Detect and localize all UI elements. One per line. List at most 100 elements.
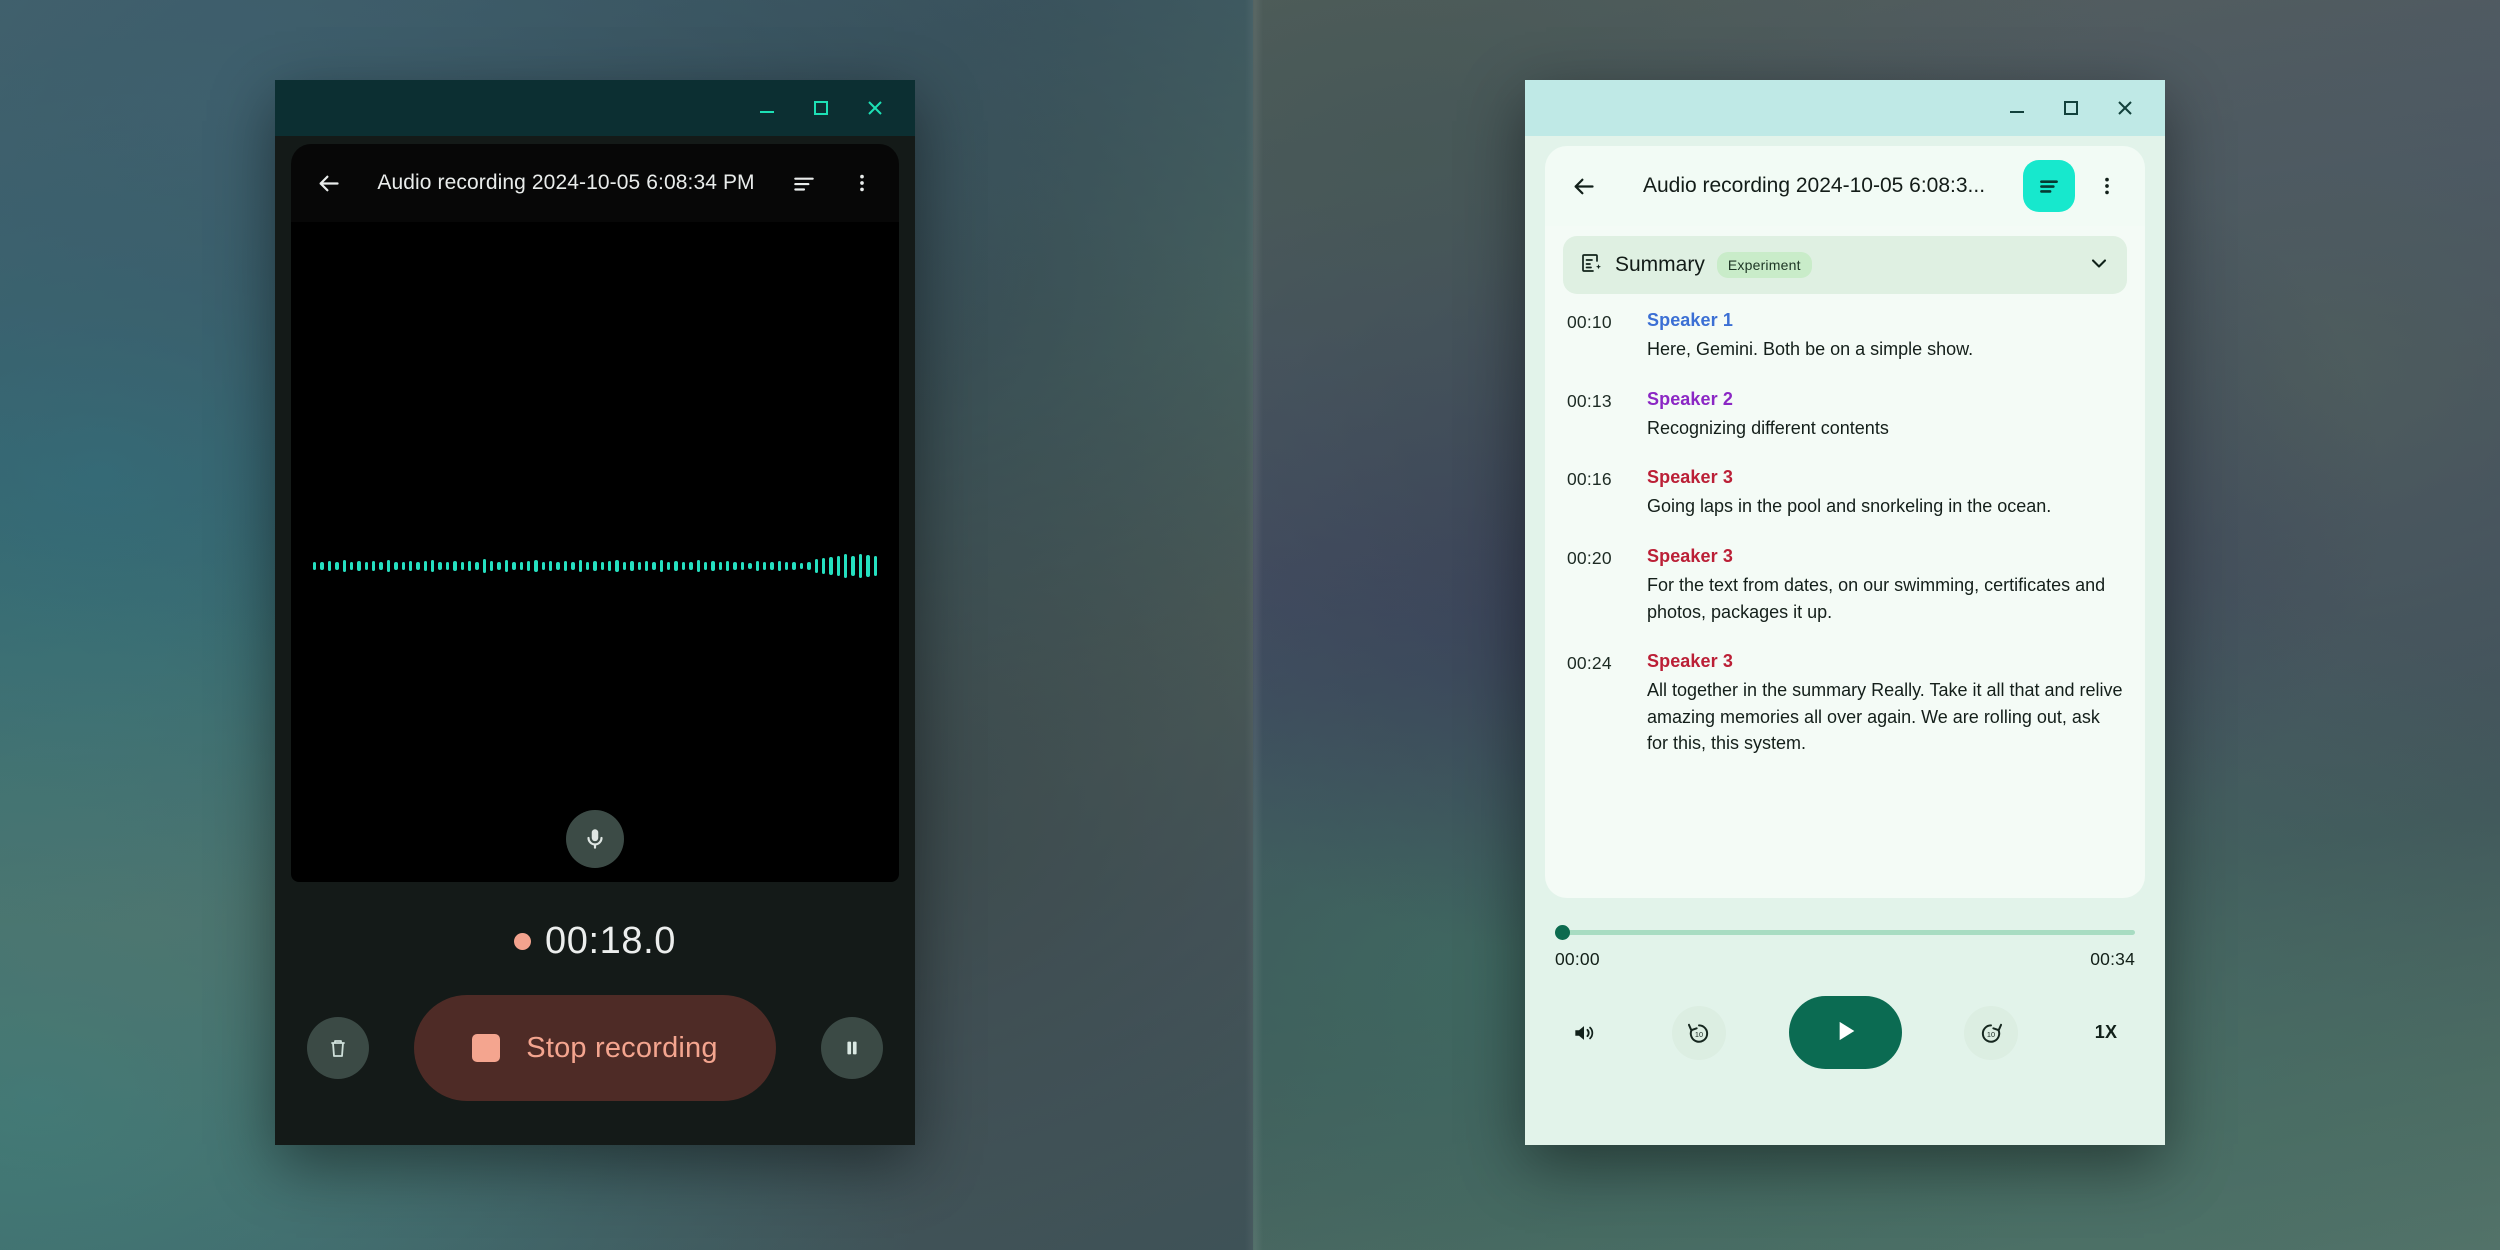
waveform-bar [585,562,590,570]
waveform-bar [844,554,848,578]
waveform-bar [578,560,582,572]
transcript-text: Here, Gemini. Both be on a simple show. [1647,339,1974,359]
transcript-text: All together in the summary Really. Take… [1647,680,2123,754]
transcript-timestamp: 00:20 [1567,547,1612,568]
maximize-icon[interactable] [2049,86,2093,130]
waveform-bar [644,561,649,571]
waveform-bar [829,556,833,576]
microphone-icon[interactable] [566,810,624,868]
waveform-bar [438,561,442,571]
pause-recording-button[interactable] [820,1017,883,1079]
transcript-body: Speaker 3 For the text from dates, on our… [1647,546,2123,625]
waveform-bar [534,560,538,572]
waveform-bar [733,562,737,570]
player-appbar: Audio recording 2024-10-05 6:08:3... [1545,146,2145,226]
waveform-bar [490,560,494,572]
volume-icon[interactable] [1559,1008,1609,1058]
waveform-bar [726,560,730,572]
waveform-bar [866,555,870,577]
seek-slider[interactable] [1555,924,2135,940]
waveform-bar [873,556,877,576]
summary-section-header[interactable]: Summary Experiment [1563,236,2127,294]
current-time: 00:00 [1555,949,1600,969]
waveform-bar [394,561,398,571]
recorder-appbar: Audio recording 2024-10-05 6:08:34 PM [291,144,899,222]
waveform-bar [571,561,575,571]
experiment-badge: Experiment [1716,252,1812,278]
waveform-bar [453,560,457,572]
transcript-speaker: Speaker 3 [1647,467,1733,488]
transcript-body: Speaker 2 Recognizing different contents [1647,389,2123,442]
minimize-icon[interactable] [745,86,789,130]
minimize-icon[interactable] [1995,86,2039,130]
waveform-bar [497,562,501,570]
wallpaper-seam [1245,0,1263,1250]
back-arrow-icon[interactable] [305,160,351,206]
waveform-bar [556,562,560,570]
recorder-window: Audio recording 2024-10-05 6:08:34 PM 00… [275,80,915,1145]
recorder-titlebar[interactable] [275,80,915,136]
transcript-entry[interactable]: 00:16 Speaker 3 Going laps in the pool and… [1567,467,2123,520]
waveform-bar [431,560,435,572]
transcript-timestamp: 00:10 [1567,312,1612,332]
waveform-bar [526,560,531,572]
waveform-bar [401,562,405,570]
waveform-bar [652,562,656,570]
playback-speed-button[interactable]: 1X [2081,1022,2131,1043]
waveform-bar [593,560,597,572]
transcript-toggle-button[interactable] [2023,160,2075,212]
waveform-bar [357,560,361,572]
playback-controls: 00:00 00:34 10 10 1X [1525,898,2165,1069]
waveform-bar [674,560,678,572]
waveform-bar [519,562,523,570]
player-titlebar[interactable] [1525,80,2165,136]
close-icon[interactable] [2103,86,2147,130]
seek-track [1559,929,2135,935]
waveform-bar [792,561,796,571]
waveform-bar [416,562,420,570]
waveform-bar [718,562,722,570]
replay-10-icon[interactable]: 10 [1671,1005,1726,1060]
transcript-body: Speaker 3 All together in the summary Rea… [1647,651,2123,757]
waveform-bar [740,561,745,571]
transcript-entry[interactable]: 00:20 Speaker 3 For the text from dates, o… [1567,546,2123,625]
waveform-bar [335,562,339,570]
delete-recording-button[interactable] [307,1017,370,1079]
waveform-bar [814,559,818,573]
transcript-lines-icon[interactable] [781,160,827,206]
waveform-bar [748,562,752,570]
more-vertical-icon[interactable] [2085,164,2129,208]
summary-label: Summary [1615,253,1705,276]
forward-10-icon[interactable]: 10 [1964,1005,2019,1060]
waveform-bar [327,560,332,572]
transport-row: 10 10 1X [1555,996,2135,1069]
transcript-entry[interactable]: 00:10 Speaker 1 Here, Gemini. Both be on a… [1567,310,2123,363]
transcript-entry[interactable]: 00:13 Speaker 2 Recognizing different cont… [1567,389,2123,442]
waveform-bar [600,562,604,570]
svg-text:10: 10 [1695,1029,1703,1038]
waveform-bar [637,562,641,570]
waveform-bar [445,562,450,570]
waveform-bar [482,559,486,573]
play-button[interactable] [1788,996,1902,1069]
waveform-bar [785,562,789,570]
transcript-entry[interactable]: 00:24 Speaker 3 All together in the summar… [1567,651,2123,757]
chevron-down-icon[interactable] [2087,251,2111,280]
recorder-title: Audio recording 2024-10-05 6:08:34 PM [377,171,755,194]
more-vertical-icon[interactable] [839,160,885,206]
waveform-bar [313,561,317,571]
waveform-bar [659,560,663,572]
close-icon[interactable] [853,86,897,130]
maximize-icon[interactable] [799,86,843,130]
waveform-bar [504,560,509,572]
waveform-bar [836,555,840,577]
time-row: 00:00 00:34 [1555,949,2135,970]
seek-thumb[interactable] [1555,924,1570,940]
play-icon [1829,1015,1861,1050]
waveform-bar [681,561,686,571]
summary-sparkle-icon [1579,251,1603,280]
stop-recording-button[interactable]: Stop recording [414,995,776,1101]
waveform-bar [799,562,804,570]
back-arrow-icon[interactable] [1561,164,1605,208]
waveform-bar [689,562,693,570]
